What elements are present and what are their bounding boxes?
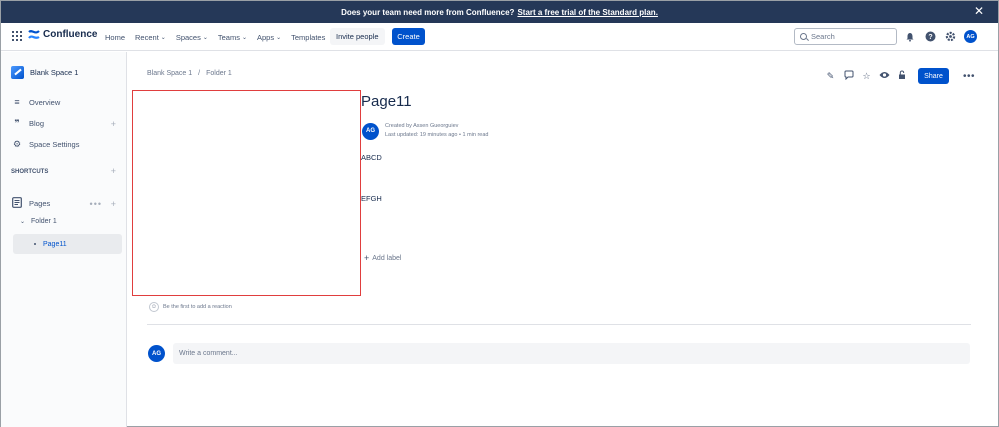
breadcrumb-separator: / — [198, 70, 201, 77]
breadcrumb-folder[interactable]: Folder 1 — [206, 70, 232, 77]
tree-item-page[interactable]: Page11 — [13, 234, 122, 254]
shortcuts-header: SHORTCUTS + — [11, 166, 116, 176]
app-switcher-icon[interactable] — [12, 31, 22, 41]
reaction-bar[interactable]: ☺ Be the first to add a reaction — [149, 302, 232, 312]
quote-icon: ❞ — [14, 118, 20, 128]
star-icon[interactable]: ☆ — [861, 71, 872, 82]
highlight-box — [132, 90, 361, 296]
trial-banner: Does your team need more from Confluence… — [1, 1, 998, 23]
comment-input[interactable]: Write a comment... — [173, 343, 970, 364]
user-avatar[interactable]: AG — [964, 30, 977, 43]
page-byline: AG Created by Assen Gueorguiev Last upda… — [362, 122, 488, 140]
help-icon[interactable]: ? — [924, 31, 936, 43]
watch-icon[interactable] — [879, 71, 890, 81]
created-by: Created by Assen Gueorguiev — [385, 123, 459, 129]
breadcrumb-space[interactable]: Blank Space 1 — [147, 70, 192, 77]
space-name: Blank Space 1 — [30, 68, 79, 77]
comment-placeholder: Write a comment... — [179, 350, 238, 357]
add-label-text: Add label — [372, 254, 402, 262]
sidebar-item-label: Space Settings — [29, 140, 80, 149]
nav-templates-label: Templates — [291, 32, 326, 42]
commenter-avatar: AG — [148, 345, 165, 362]
notifications-icon[interactable] — [904, 31, 916, 43]
invite-people-button[interactable]: Invite people — [330, 28, 385, 45]
top-navigation: Confluence Home Recent ⌄ Spaces ⌄ Teams ⌄ A… — [1, 23, 998, 51]
nav-teams-label: Teams — [217, 32, 240, 42]
more-icon[interactable]: ••• — [90, 199, 102, 209]
settings-icon[interactable] — [944, 31, 956, 43]
last-updated[interactable]: Last updated: 19 minutes ago — [385, 132, 457, 138]
search-placeholder: Search — [811, 32, 835, 41]
author-avatar[interactable]: AG — [362, 122, 379, 140]
add-label-button[interactable]: + Add label — [364, 253, 401, 263]
chevron-down-icon[interactable]: ⌄ — [20, 218, 25, 225]
confluence-logo-icon — [28, 30, 40, 39]
reaction-text: Be the first to add a reaction — [163, 304, 232, 310]
content-paragraph: ABCD — [361, 153, 382, 162]
gear-icon: ⚙ — [12, 139, 22, 149]
sidebar-item-label: Pages — [29, 199, 51, 208]
nav-spaces-label: Spaces — [175, 32, 201, 42]
restrictions-icon[interactable] — [897, 70, 908, 82]
sidebar-item-pages[interactable]: Pages ••• + — [11, 197, 116, 210]
chevron-down-icon: ⌄ — [202, 34, 208, 41]
nav-apps[interactable]: Apps ⌄ — [257, 33, 281, 42]
space-header[interactable]: Blank Space 1 — [11, 66, 78, 79]
tree-item-folder[interactable]: ⌄ Folder 1 — [20, 218, 57, 225]
sidebar-item-overview[interactable]: ≡ Overview — [11, 97, 116, 107]
more-icon[interactable]: ••• — [963, 71, 975, 82]
nav-teams[interactable]: Teams ⌄ — [218, 33, 247, 42]
sidebar-item-space-settings[interactable]: ⚙ Space Settings — [11, 139, 116, 150]
create-button[interactable]: Create — [392, 28, 425, 45]
chevron-down-icon: ⌄ — [160, 34, 166, 41]
nav-recent[interactable]: Recent ⌄ — [135, 33, 166, 42]
sidebar-item-label: Overview — [29, 97, 61, 107]
nav-apps-label: Apps — [257, 32, 275, 42]
close-icon[interactable]: ✕ — [974, 5, 984, 17]
search-icon — [800, 33, 807, 40]
read-time: 1 min read — [462, 132, 489, 138]
breadcrumb: Blank Space 1 / Folder 1 — [147, 70, 232, 77]
shortcuts-label: SHORTCUTS — [11, 169, 49, 175]
logo-text: Confluence — [43, 29, 98, 40]
folder-label: Folder 1 — [31, 218, 57, 225]
chevron-down-icon: ⌄ — [241, 34, 247, 41]
page-title: Page11 — [361, 93, 412, 110]
svg-text:?: ? — [928, 34, 932, 41]
space-sidebar: Blank Space 1 ≡ Overview ❞ Blog + ⚙ Spac… — [1, 52, 127, 427]
add-shortcut-icon[interactable]: + — [111, 166, 116, 176]
nav-recent-label: Recent — [135, 32, 159, 42]
nav-spaces[interactable]: Spaces ⌄ — [176, 33, 208, 42]
add-page-icon[interactable]: + — [111, 199, 116, 209]
page-actions: ✎ ☆ Share ••• — [825, 68, 975, 84]
chevron-down-icon: ⌄ — [276, 34, 282, 41]
comment-icon[interactable] — [843, 70, 854, 82]
nav-home[interactable]: Home — [105, 33, 125, 42]
smiley-icon[interactable]: ☺ — [149, 302, 159, 312]
share-button[interactable]: Share — [918, 68, 949, 84]
plus-icon: + — [364, 253, 370, 263]
confluence-logo[interactable]: Confluence — [28, 29, 97, 40]
bullet-icon — [34, 243, 36, 245]
pages-icon — [11, 197, 23, 210]
content-paragraph: EFGH — [361, 194, 382, 203]
add-blog-icon[interactable]: + — [111, 119, 116, 129]
nav-templates[interactable]: Templates — [291, 33, 325, 42]
overview-icon: ≡ — [14, 97, 20, 107]
space-logo-icon — [11, 66, 24, 79]
page-label: Page11 — [43, 240, 67, 248]
sidebar-item-blog[interactable]: ❞ Blog + — [11, 118, 116, 129]
nav-home-label: Home — [105, 32, 126, 42]
edit-icon[interactable]: ✎ — [825, 71, 836, 82]
divider — [147, 324, 971, 325]
sidebar-item-label: Blog — [29, 119, 45, 128]
banner-trial-link[interactable]: Start a free trial of the Standard plan. — [517, 8, 657, 17]
search-input[interactable]: Search — [794, 28, 897, 45]
banner-text: Does your team need more from Confluence… — [341, 7, 515, 17]
